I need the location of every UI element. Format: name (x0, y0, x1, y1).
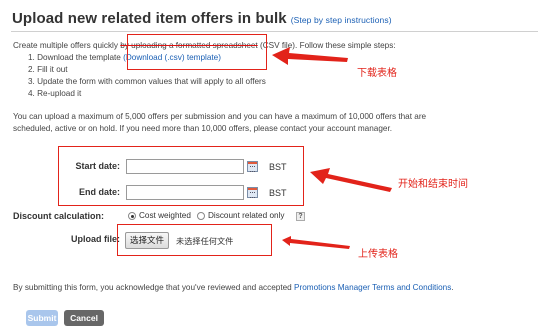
terms-agreement-suffix: . (451, 283, 454, 292)
arrow-upload (282, 236, 350, 249)
submit-button[interactable]: Submit (26, 310, 58, 326)
annotation-start-end-time: 开始和结束时间 (398, 179, 468, 190)
terms-agreement-text: By submitting this form, you acknowledge… (13, 283, 454, 292)
annotation-download-template: 下载表格 (357, 68, 397, 79)
arrow-download-template (272, 47, 348, 65)
arrow-dates (310, 168, 392, 192)
annotation-upload-file: 上传表格 (358, 249, 398, 260)
annotation-arrows (272, 47, 392, 249)
terms-and-conditions-link[interactable]: Promotions Manager Terms and Conditions (294, 283, 451, 292)
cancel-button[interactable]: Cancel (64, 310, 104, 326)
terms-agreement-prefix: By submitting this form, you acknowledge… (13, 283, 295, 292)
